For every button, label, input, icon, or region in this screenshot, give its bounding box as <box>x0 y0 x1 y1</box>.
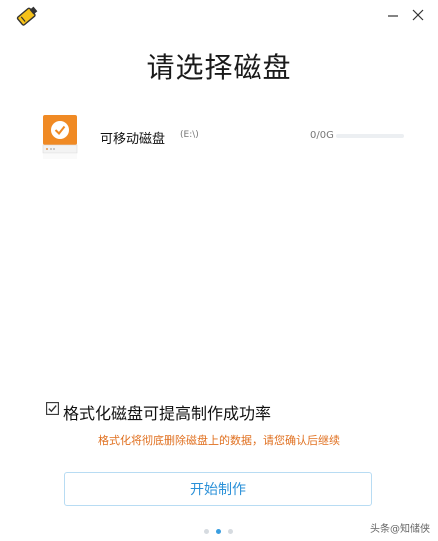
page-indicator <box>202 528 238 536</box>
disk-name: 可移动磁盘 <box>100 132 166 147</box>
page-dot-2[interactable] <box>216 529 221 534</box>
disk-usage-bar <box>336 134 404 138</box>
disk-drive-letter: (E:\) <box>180 130 199 140</box>
minimize-button[interactable] <box>384 6 402 24</box>
disk-capacity: 0/0G <box>310 130 334 141</box>
page-dot-3[interactable] <box>228 529 233 534</box>
checkbox-checked-icon <box>46 402 59 415</box>
page-title: 请选择磁盘 <box>146 51 292 84</box>
disk-list-item[interactable]: 可移动磁盘 (E:\) 0/0G <box>42 114 408 162</box>
start-button[interactable]: 开始制作 <box>64 472 372 506</box>
page-dot-1[interactable] <box>204 529 209 534</box>
close-icon <box>412 9 424 21</box>
usb-drive-icon <box>16 6 38 26</box>
minimize-icon <box>388 15 398 17</box>
close-button[interactable] <box>409 6 427 24</box>
watermark: 头条@知储侠 <box>370 524 430 535</box>
format-warning: 格式化将彻底删除磁盘上的数据，请您确认后继续 <box>98 434 340 447</box>
removable-disk-icon <box>42 115 78 159</box>
format-label: 格式化磁盘可提高制作成功率 <box>63 404 272 423</box>
